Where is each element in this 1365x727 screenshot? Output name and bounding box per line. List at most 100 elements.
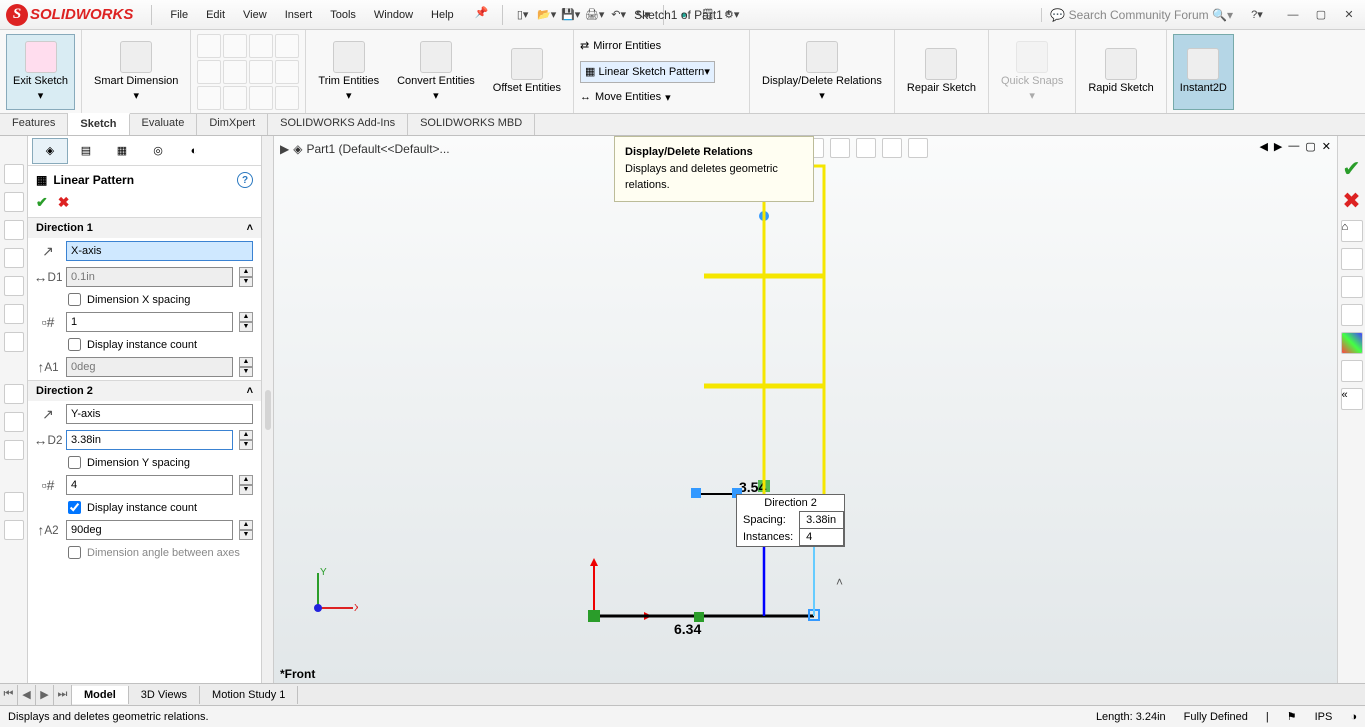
- tab-evaluate[interactable]: Evaluate: [130, 114, 198, 135]
- d2-angle-input[interactable]: [66, 520, 233, 540]
- menu-file[interactable]: File: [168, 3, 190, 27]
- view-triad[interactable]: Y X: [298, 563, 358, 623]
- left-ic-9[interactable]: [4, 412, 24, 432]
- pm-cancel-button[interactable]: ✖: [58, 194, 70, 211]
- direction1-header[interactable]: Direction 1˄: [28, 218, 261, 238]
- restore-icon[interactable]: ▢: [1311, 5, 1331, 25]
- plane-tool[interactable]: [275, 86, 299, 110]
- pm-help-icon[interactable]: ?: [237, 172, 253, 188]
- direction2-callout[interactable]: Direction 2 Spacing: 3.38in Instances: 4: [736, 494, 845, 547]
- status-end-icon[interactable]: ◑: [1350, 711, 1357, 723]
- menu-help[interactable]: Help: [429, 3, 456, 27]
- menu-insert[interactable]: Insert: [283, 3, 315, 27]
- rs-2[interactable]: [1341, 248, 1363, 270]
- tab-nav-last[interactable]: ⏭: [54, 685, 72, 705]
- d1-angle-input[interactable]: [66, 357, 233, 377]
- exit-sketch-button[interactable]: Exit Sketch ▾: [6, 34, 75, 110]
- panel-resize-handle[interactable]: [262, 136, 274, 683]
- rs-home-icon[interactable]: ⌂: [1341, 220, 1363, 242]
- pm-tab-5[interactable]: ◐: [176, 138, 212, 164]
- dim-mid[interactable]: 3.54: [739, 479, 766, 495]
- rs-6[interactable]: [1341, 360, 1363, 382]
- d1-axis-input[interactable]: [66, 241, 253, 261]
- tab-mbd[interactable]: SOLIDWORKS MBD: [408, 114, 535, 135]
- d2-dim-angle-check[interactable]: [68, 546, 81, 559]
- doc-min-icon[interactable]: —: [1288, 140, 1299, 153]
- status-units[interactable]: IPS: [1315, 711, 1333, 723]
- reverse-d1-icon[interactable]: ↗: [36, 241, 60, 261]
- tab-dimxpert[interactable]: DimXpert: [197, 114, 268, 135]
- bottom-tab-motion[interactable]: Motion Study 1: [200, 686, 298, 704]
- minimize-icon[interactable]: —: [1283, 5, 1303, 25]
- direction2-header[interactable]: Direction 2˄: [28, 381, 261, 401]
- left-ic-4[interactable]: [4, 248, 24, 268]
- status-flag-icon[interactable]: ⚑: [1287, 710, 1297, 723]
- left-ic-1[interactable]: [4, 164, 24, 184]
- d2-display-count-check[interactable]: [68, 501, 81, 514]
- rs-7[interactable]: «: [1341, 388, 1363, 410]
- menu-tools[interactable]: Tools: [328, 3, 358, 27]
- convert-entities-button[interactable]: Convert Entities▾: [391, 34, 481, 110]
- offset-entities-button[interactable]: Offset Entities: [487, 34, 567, 110]
- confirm-corner-ok[interactable]: ✔: [1342, 156, 1360, 182]
- pm-tab-4[interactable]: ◎: [140, 138, 176, 164]
- ellipse-tool[interactable]: [223, 86, 247, 110]
- new-icon[interactable]: ▯▾: [513, 5, 533, 25]
- polygon-tool[interactable]: [249, 60, 273, 84]
- bottom-tab-3dviews[interactable]: 3D Views: [129, 686, 200, 704]
- d2-axis-input[interactable]: [66, 404, 253, 424]
- pm-tab-display[interactable]: ▦: [104, 138, 140, 164]
- d2-count-input[interactable]: [66, 475, 233, 495]
- left-ic-2[interactable]: [4, 192, 24, 212]
- d2-angle-spinner[interactable]: ▲▼: [239, 520, 253, 540]
- menu-view[interactable]: View: [241, 3, 269, 27]
- d1-count-spinner[interactable]: ▲▼: [239, 312, 253, 332]
- line-tool[interactable]: [197, 34, 221, 58]
- d1-display-count-check[interactable]: [68, 338, 81, 351]
- left-ic-12[interactable]: [4, 520, 24, 540]
- d1-count-input[interactable]: [66, 312, 233, 332]
- menu-edit[interactable]: Edit: [204, 3, 227, 27]
- pin-icon[interactable]: 📌: [472, 3, 492, 23]
- callout-instances-value[interactable]: 4: [800, 529, 844, 546]
- d2-spacing-input[interactable]: [66, 430, 233, 450]
- d2-spacing-spinner[interactable]: ▲▼: [239, 430, 253, 450]
- doc-close-icon[interactable]: ✕: [1322, 140, 1331, 153]
- reverse-d2-icon[interactable]: ↗: [36, 404, 60, 424]
- select-icon[interactable]: ↖▾: [633, 5, 653, 25]
- pm-tab-feature[interactable]: ◈: [32, 138, 68, 164]
- doc-next-icon[interactable]: ▶: [1274, 140, 1282, 153]
- rs-4[interactable]: [1341, 304, 1363, 326]
- open-icon[interactable]: 📂▾: [537, 5, 557, 25]
- d1-dim-spacing-check[interactable]: [68, 293, 81, 306]
- doc-max-icon[interactable]: ▢: [1305, 140, 1315, 153]
- left-ic-7[interactable]: [4, 332, 24, 352]
- menu-window[interactable]: Window: [372, 3, 415, 27]
- rs-3[interactable]: [1341, 276, 1363, 298]
- confirm-corner-cancel[interactable]: ✖: [1342, 188, 1360, 214]
- tab-addins[interactable]: SOLIDWORKS Add-Ins: [268, 114, 408, 135]
- save-icon[interactable]: 💾▾: [561, 5, 581, 25]
- help-icon[interactable]: ?▾: [1247, 5, 1267, 25]
- d1-spacing-spinner[interactable]: ▲▼: [239, 267, 253, 287]
- circle-tool[interactable]: [223, 34, 247, 58]
- print-icon[interactable]: 🖨▾: [585, 5, 605, 25]
- doc-prev-icon[interactable]: ◀: [1259, 140, 1267, 153]
- options-icon[interactable]: 🗒: [698, 5, 718, 25]
- spline-tool[interactable]: [249, 34, 273, 58]
- trim-entities-button[interactable]: Trim Entities▾: [312, 34, 385, 110]
- rectangle-tool[interactable]: [197, 60, 221, 84]
- rebuild-icon[interactable]: ●: [674, 5, 694, 25]
- callout-spacing-value[interactable]: 3.38in: [800, 512, 844, 529]
- d1-angle-spinner[interactable]: ▲▼: [239, 357, 253, 377]
- left-ic-5[interactable]: [4, 276, 24, 296]
- arc-tool[interactable]: [223, 60, 247, 84]
- mirror-entities-button[interactable]: ⇄Mirror Entities: [580, 34, 661, 58]
- pm-tab-config[interactable]: ▤: [68, 138, 104, 164]
- close-icon[interactable]: ✕: [1339, 5, 1359, 25]
- left-ic-8[interactable]: [4, 384, 24, 404]
- dim-bottom[interactable]: 6.34: [674, 621, 701, 637]
- undo-icon[interactable]: ↶▾: [609, 5, 629, 25]
- left-ic-6[interactable]: [4, 304, 24, 324]
- tab-nav-prev[interactable]: ◀: [18, 685, 36, 705]
